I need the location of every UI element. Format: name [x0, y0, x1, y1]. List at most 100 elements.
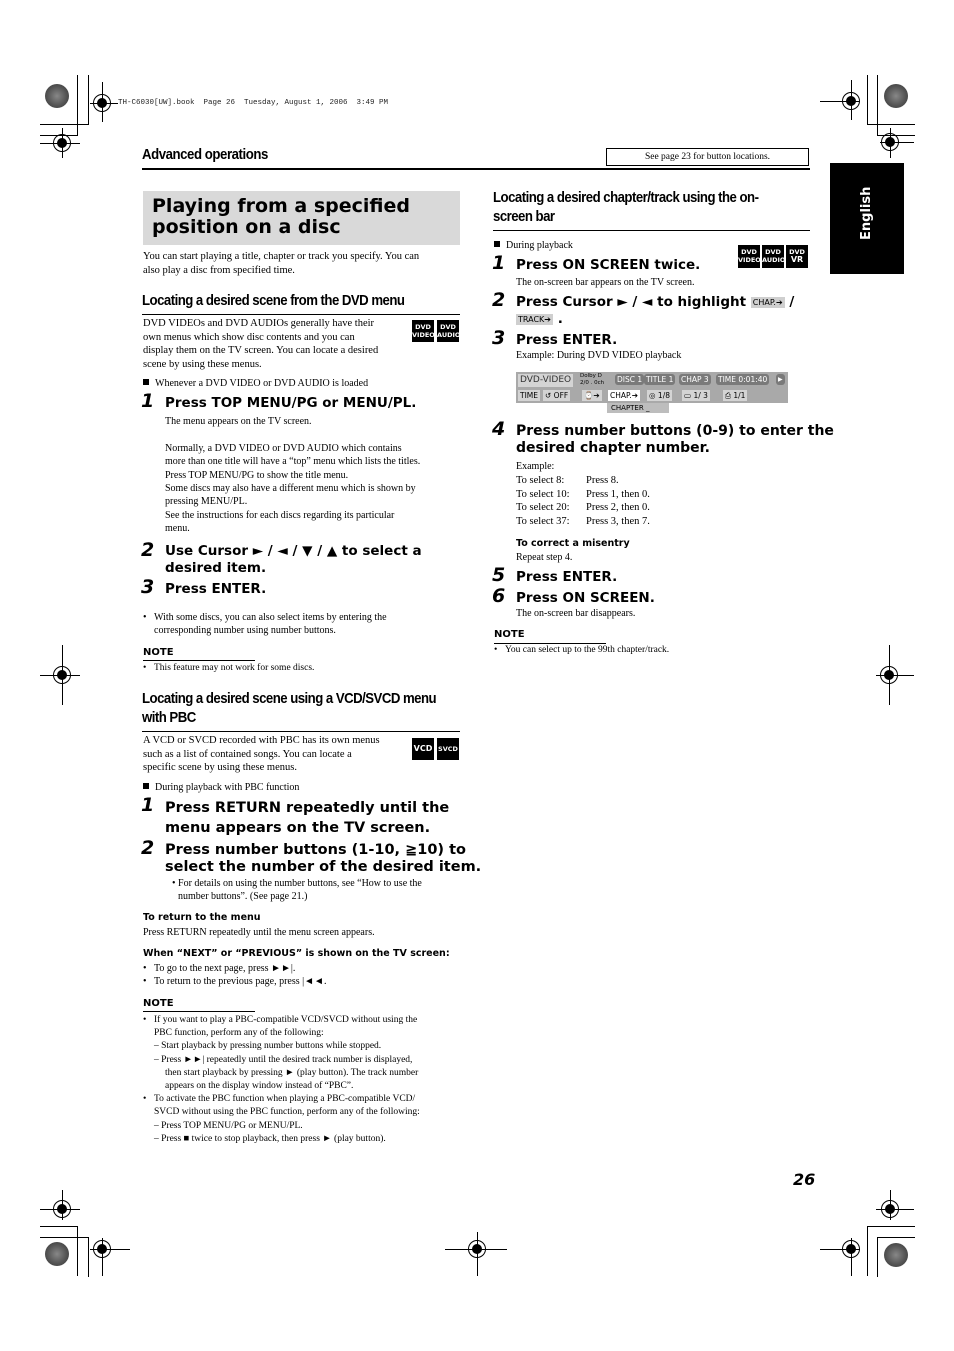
heading-line: Locating a desired chapter/track using t… [493, 189, 759, 206]
section-rule [142, 731, 460, 732]
step-number: 3 [141, 576, 155, 598]
page-title-line: Playing from a specified [152, 195, 410, 217]
print-header: TH-C6030[UW].book Page 26 Tuesday, Augus… [118, 99, 389, 107]
step-number: 3 [492, 327, 506, 349]
chapter-input-popup: CHAPTER _ [607, 403, 669, 413]
osd-angle: ⎙ 1/1 [723, 390, 748, 401]
detail-line: See the instructions for each discs rega… [165, 509, 395, 521]
osd-mode: DVD-VIDEO [518, 374, 574, 387]
step-text: Press TOP MENU/PG or MENU/PL. [165, 395, 417, 411]
bullet-line: To return to the previous page, press |◄… [154, 976, 327, 988]
osd-disc: DISC 1 [615, 374, 645, 385]
osd-time: TIME 0:01:40 [716, 374, 770, 385]
detail-line: The menu appears on the TV screen. [165, 416, 312, 427]
note-line: You can select up to the 99th chapter/tr… [505, 645, 670, 655]
registration-dot-icon [884, 84, 908, 108]
example-select: To select 10: [516, 488, 570, 500]
step-detail: The on-screen bar disappears. [516, 608, 636, 619]
detail-line: number buttons”. (See page 21.) [178, 891, 308, 903]
step-text: Press RETURN repeatedly until the menu a… [165, 798, 449, 838]
step-text: Use Cursor ► / ◄ / ▼ / ▲ to select a des… [165, 543, 422, 577]
registration-dot-icon [45, 84, 69, 108]
osd-audio-line: 2/0 . 0ch [580, 379, 605, 386]
desc-line: specific scene by using these menus. [143, 762, 297, 774]
dvd-video-badge: DVD VIDEO [412, 320, 435, 342]
step-text: Press ON SCREEN. [516, 590, 655, 606]
step-line: Press RETURN repeatedly until the [165, 800, 450, 816]
desc-line: A VCD or SVCD recorded with PBC has its … [143, 735, 380, 746]
period: . [557, 311, 563, 327]
osd-time-btn: TIME [518, 390, 541, 401]
desc-line: display them on the TV screen. You can l… [143, 345, 379, 357]
step-number: 5 [492, 564, 506, 586]
desc-line: DVD VIDEOs and DVD AUDIOs generally have… [143, 318, 375, 329]
badge-text: DVD [765, 248, 781, 256]
note-text: • This feature may not work for some disc… [143, 663, 315, 673]
osd-chap-highlight: CHAP.➔ [608, 390, 641, 401]
detail-line: more than one title will have a “top” me… [165, 456, 421, 468]
on-screen-bar: DVD-VIDEO Dolby D 2/0 . 0ch DISC 1 TITLE… [516, 372, 788, 403]
osd-audio-line: Dolby D [580, 373, 602, 379]
detail-line: pressing MENU/PL. [165, 496, 248, 508]
track-chip: TRACK➔ [516, 314, 553, 325]
note-label: NOTE [494, 629, 525, 640]
step-line: Press number buttons (1-10, ≧10) to [165, 842, 466, 858]
badge-text: DVD [741, 248, 757, 256]
registration-dot-icon [45, 1242, 69, 1266]
return-heading: To return to the menu [143, 912, 261, 923]
example-select: To select 8: [516, 475, 565, 486]
step-text: Press Cursor ► / ◄ to highlight CHAP.➔ /… [516, 294, 794, 328]
table-row: To select 8: Press 8. [516, 474, 650, 488]
detail-line: • For details on using the number button… [172, 878, 422, 889]
osd-subtitle: ▭ 1/ 3 [682, 390, 710, 401]
step-number: 4 [492, 418, 506, 440]
dvd-bullet: • With some discs, you can also select it… [143, 612, 387, 637]
step-text: Press number buttons (1-10, ≧10) to sele… [165, 842, 481, 876]
step-text: Press ENTER. [516, 332, 618, 348]
note-rule [143, 660, 255, 661]
svcd-badge: SVCD [437, 738, 459, 760]
step-text: Press ON SCREEN twice. [516, 257, 701, 273]
square-bullet-icon [494, 241, 500, 247]
note-line: – Start playback by pressing number butt… [154, 1041, 382, 1052]
detail-line: menu. [165, 523, 190, 535]
misentry-heading: To correct a misentry [516, 538, 630, 549]
osd-audio-format: Dolby D 2/0 . 0ch [580, 373, 604, 386]
badge-text: VR [790, 255, 804, 264]
note-line: – Press ►►| repeatedly until the desired… [154, 1054, 413, 1065]
dvd-menu-heading: Locating a desired scene from the DVD me… [142, 292, 405, 309]
step-line: Use Cursor ► / ◄ / ▼ / ▲ to select a [165, 543, 422, 559]
registration-dot-icon [884, 1243, 908, 1267]
condition-text: During playback with PBC function [155, 782, 300, 793]
note-line: To activate the PBC function when playin… [154, 1094, 416, 1105]
note-label: NOTE [143, 647, 174, 658]
misentry-text: Repeat step 4. [516, 552, 573, 563]
osd-title: TITLE 1 [644, 374, 676, 385]
step-number: 1 [141, 794, 155, 816]
right-note: • You can select up to the 99th chapter/t… [494, 645, 670, 655]
detail-line: Press TOP MENU/PG to show the title menu… [165, 469, 349, 481]
bullet-line: With some discs, you can also select ite… [154, 612, 387, 623]
bullet-line: To go to the next page, press ►►|. [154, 963, 296, 974]
badge-text: VIDEO [412, 331, 435, 339]
dvd-condition: Whenever a DVD VIDEO or DVD AUDIO is loa… [143, 377, 368, 390]
step-detail: Example: During DVD VIDEO playback [516, 350, 682, 361]
chap-chip: CHAP.➔ [750, 297, 785, 308]
badge-text: AUDIO [762, 256, 786, 264]
desc-line: scene by using these menus. [143, 358, 262, 370]
square-bullet-icon [143, 379, 149, 385]
osd-clock: ⌚➔ [582, 390, 602, 401]
vcd-badge: VCD [412, 738, 434, 760]
example-press: Press 2, then 0. [586, 502, 650, 514]
dvd-menu-desc: DVD VIDEOs and DVD AUDIOs generally have… [143, 317, 378, 371]
section-rule [142, 314, 460, 315]
separator: / [789, 294, 795, 310]
see-page-box: See page 23 for button locations. [606, 148, 809, 166]
step-line: Press Cursor ► / ◄ to highlight [516, 294, 747, 310]
example-table: To select 8: Press 8. To select 10: Press … [516, 474, 650, 529]
step-number: 6 [492, 585, 506, 607]
note-line: – Press ■ twice to stop playback, then p… [154, 1133, 386, 1144]
example-press: Press 8. [586, 475, 619, 486]
vcd-condition: During playback with PBC function [143, 781, 299, 794]
page-title-line: position on a disc [152, 216, 341, 238]
